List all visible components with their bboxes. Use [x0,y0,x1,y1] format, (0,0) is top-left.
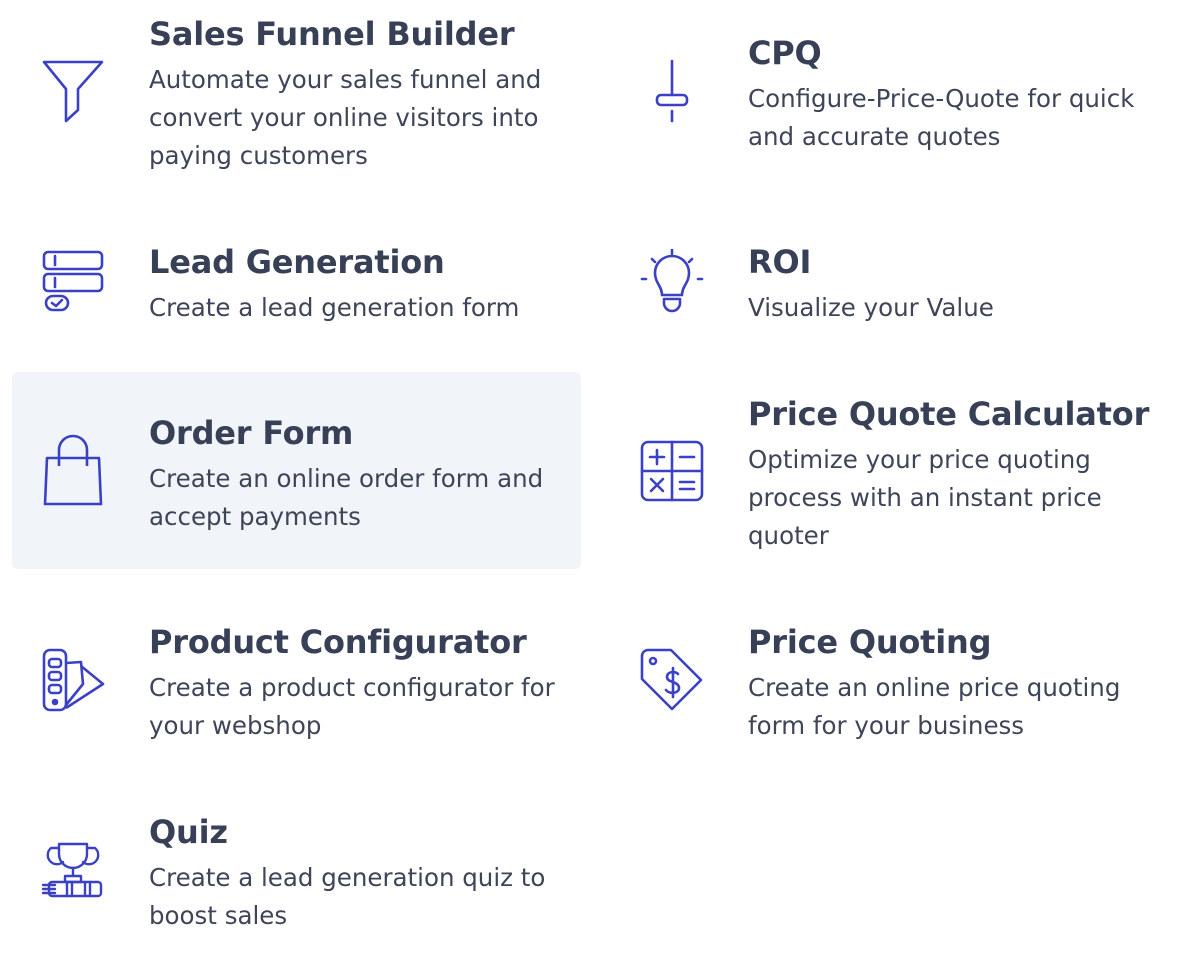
item-description: Automate your sales funnel and convert y… [149,65,542,170]
item-title: Product Configurator [149,623,527,661]
menu-item-product-configurator[interactable]: Product Configurator Create a product co… [0,600,600,760]
item-title: Lead Generation [149,243,445,281]
item-title: Price Quoting [748,623,992,661]
item-title: CPQ [748,34,822,72]
item-title: Price Quote Calculator [748,395,1150,433]
item-title: Quiz [149,813,228,851]
menu-item-price-quoting[interactable]: Price Quoting Create an online price quo… [600,600,1200,760]
item-title: ROI [748,243,812,281]
menu-item-quiz[interactable]: Quiz Create a lead generation quiz to bo… [0,790,600,960]
item-description: Create a lead generation form [149,293,520,322]
item-description: Optimize your price quoting process with… [748,445,1102,550]
price-tag-icon [640,648,704,712]
menu-item-price-quote-calculator[interactable]: Price Quote Calculator Optimize your pri… [600,380,1200,570]
slider-icon [640,58,704,123]
menu-item-order-form[interactable]: Order Form Create an online order form a… [12,372,581,569]
menu-item-cpq[interactable]: CPQ Configure-Price-Quote for quick and … [600,0,1200,200]
menu-item-lead-generation[interactable]: Lead Generation Create a lead generation… [0,220,600,340]
funnel-icon [41,58,105,123]
lightbulb-icon [640,248,704,314]
color-swatch-icon [41,648,105,712]
item-description: Create a lead generation quiz to boost s… [149,863,546,930]
item-description: Create an online order form and accept p… [149,464,544,531]
item-description: Configure-Price-Quote for quick and accu… [748,84,1135,151]
menu-item-sales-funnel-builder[interactable]: Sales Funnel Builder Automate your sales… [0,0,600,200]
item-description: Create an online price quoting form for … [748,673,1121,740]
item-description: Visualize your Value [748,293,994,322]
calculator-icon [640,440,704,504]
item-title: Sales Funnel Builder [149,15,515,53]
trophy-icon [41,842,105,906]
form-icon [41,250,105,314]
item-title: Order Form [149,414,354,452]
menu-item-roi[interactable]: ROI Visualize your Value [600,220,1200,340]
shopping-bag-icon [41,434,105,506]
item-description: Create a product configurator for your w… [149,673,555,740]
